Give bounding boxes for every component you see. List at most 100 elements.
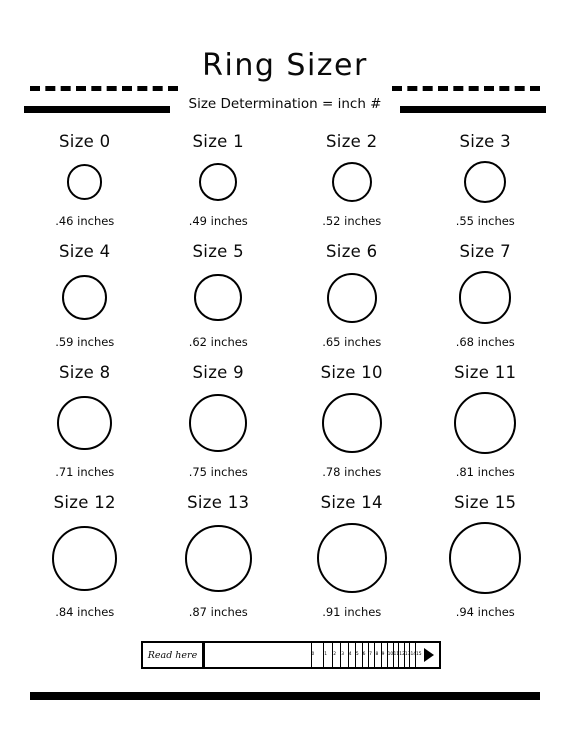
ruler-tick-number: 3: [341, 651, 345, 657]
size-inches-label: .46 inches: [55, 214, 115, 229]
ring-circle: [459, 271, 512, 324]
measurement-ruler: Read here 0 1 2 3 4 5 6 7 8 9 10 11 12 13 14 15: [141, 641, 441, 669]
size-inches-label: .65 inches: [322, 334, 382, 349]
ring-circle: [331, 162, 372, 203]
size-circle-slot: [57, 390, 113, 456]
ring-circle: [184, 524, 252, 592]
ring-circle: [464, 161, 507, 204]
size-circle-slot: [321, 390, 382, 456]
ring-size-grid: Size 0 .46 inches Size 1 .49 inches Size 2 .5…: [18, 132, 552, 619]
size-label: Size 10: [320, 362, 383, 382]
ruler-tick-number: 7: [369, 651, 372, 657]
size-label: Size 1: [192, 132, 244, 151]
size-circle-slot: [194, 269, 243, 325]
size-circle-slot: [189, 390, 248, 456]
size-inches-label: .75 inches: [188, 465, 248, 480]
size-label: Size 3: [459, 132, 511, 151]
page-title: Ring Sizer: [202, 48, 368, 83]
ruler-tick-number: 1: [324, 651, 327, 657]
size-circle-slot: [464, 159, 507, 205]
size-inches-label: .62 inches: [188, 334, 248, 349]
size-cell-2: Size 2 .52 inches: [285, 132, 419, 228]
size-cell-7: Size 7 .68 inches: [419, 242, 553, 348]
size-cell-6: Size 6 .65 inches: [285, 242, 419, 348]
size-cell-14: Size 14 .91 inches: [285, 493, 419, 619]
size-circle-slot: [62, 269, 108, 325]
page-subtitle: Size Determination = inch #: [188, 96, 382, 112]
ring-circle: [62, 274, 108, 321]
footer-solid-bar: [30, 692, 540, 700]
size-inches-label: .87 inches: [188, 605, 248, 620]
size-circle-slot: [52, 520, 118, 596]
size-circle-slot: [449, 520, 522, 596]
size-cell-4: Size 4 .59 inches: [18, 242, 152, 348]
size-cell-5: Size 5 .62 inches: [152, 242, 286, 348]
size-inches-label: .71 inches: [55, 465, 115, 480]
size-cell-12: Size 12 .84 inches: [18, 493, 152, 619]
size-inches-label: .94 inches: [455, 605, 515, 620]
ruler-tick-number: 6: [362, 651, 366, 657]
page-header: Ring Sizer Size Determination = inch #: [0, 48, 570, 120]
size-circle-slot: [67, 159, 103, 205]
ring-circle: [316, 523, 387, 594]
size-circle-slot: [331, 159, 372, 205]
size-label: Size 5: [192, 242, 244, 262]
size-label: Size 2: [326, 132, 378, 151]
size-circle-slot: [459, 269, 512, 325]
size-inches-label: .84 inches: [55, 605, 115, 620]
size-label: Size 4: [59, 242, 111, 262]
ruler-tick-number: 8: [375, 651, 379, 657]
size-cell-3: Size 3 .55 inches: [419, 132, 553, 228]
size-cell-0: Size 0 .46 inches: [18, 132, 152, 228]
ring-circle: [194, 273, 243, 322]
ruler-tick-number: 2: [333, 651, 337, 657]
size-cell-13: Size 13 .87 inches: [152, 493, 286, 619]
size-label: Size 12: [53, 493, 116, 513]
size-label: Size 9: [192, 362, 244, 382]
size-row: Size 4 .59 inches Size 5 .62 inches Size 6 .6…: [18, 242, 552, 348]
size-label: Size 13: [187, 493, 250, 513]
ring-circle: [67, 164, 103, 200]
ring-circle: [189, 394, 248, 452]
size-inches-label: .55 inches: [455, 214, 515, 229]
size-row: Size 12.84 inches Size 13.87 inches Size 1…: [18, 493, 552, 619]
ruler-tick-number: 4: [348, 651, 352, 657]
size-inches-label: .52 inches: [322, 214, 382, 229]
size-label: Size 14: [320, 493, 383, 513]
size-cell-10: Size 10 .78 inches: [285, 363, 419, 479]
size-inches-label: .49 inches: [188, 214, 248, 229]
size-label: Size 6: [326, 242, 378, 262]
size-cell-8: Size 8 .71 inches: [18, 363, 152, 479]
size-inches-label: .68 inches: [455, 334, 515, 349]
ruler-tick-number: 0: [311, 651, 315, 657]
size-cell-1: Size 1 .49 inches: [152, 132, 286, 228]
ruler-tick-number: 15: [415, 651, 422, 657]
size-inches-label: .59 inches: [55, 334, 115, 349]
ring-circle: [57, 395, 113, 451]
size-label: Size 11: [454, 362, 517, 382]
ruler-tick-number: 9: [381, 651, 385, 657]
size-inches-label: .78 inches: [322, 465, 382, 480]
size-circle-slot: [326, 269, 377, 325]
size-circle-slot: [316, 520, 387, 596]
ring-circle: [52, 525, 118, 591]
size-inches-label: .81 inches: [455, 465, 515, 480]
size-inches-label: .91 inches: [322, 605, 382, 620]
header-dashed-rule-right: [392, 86, 540, 91]
ring-circle: [454, 391, 517, 455]
size-label: Size 7: [459, 242, 511, 262]
size-cell-9: Size 9 .75 inches: [152, 363, 286, 479]
ruler-tick-number: 5: [355, 651, 359, 657]
header-dashed-rule-left: [30, 86, 178, 91]
ring-circle: [326, 272, 377, 323]
size-circle-slot: [454, 390, 517, 456]
ring-circle: [449, 522, 522, 595]
size-label: Size 0: [59, 132, 111, 151]
read-here-label: Read here: [143, 643, 205, 667]
size-label: Size 8: [59, 362, 111, 382]
ring-circle: [199, 163, 238, 202]
ring-circle: [321, 392, 382, 453]
size-circle-slot: [199, 159, 238, 205]
right-triangle-icon: [424, 648, 434, 662]
size-row: Size 0 .46 inches Size 1 .49 inches Size 2 .5…: [18, 132, 552, 228]
